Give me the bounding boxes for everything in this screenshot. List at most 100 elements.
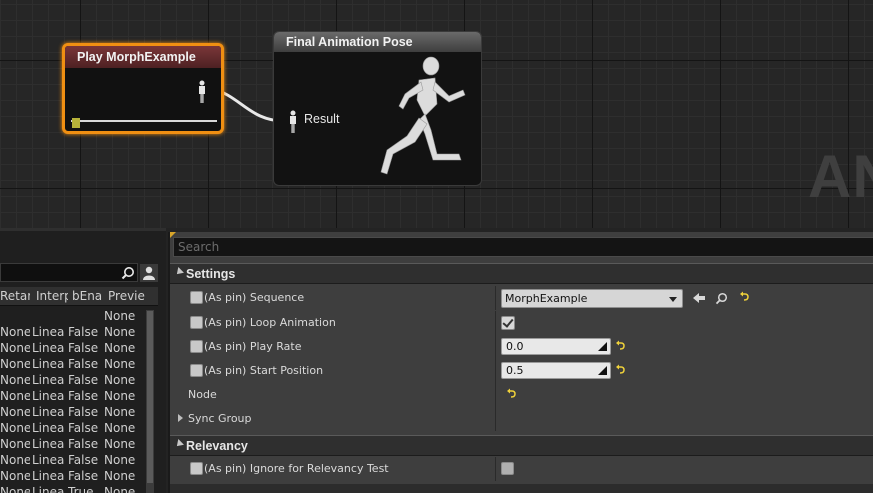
property-label: (As pin) Ignore for Relevancy Test: [204, 462, 389, 475]
list-cell: None: [0, 357, 30, 371]
list-row[interactable]: None: [0, 308, 145, 324]
list-search-input[interactable]: [0, 263, 138, 282]
list-cell: None: [0, 421, 30, 435]
drag-grip-icon[interactable]: [598, 366, 607, 375]
search-icon[interactable]: [121, 266, 135, 283]
category-label: Relevancy: [186, 439, 248, 453]
list-cell: None: [104, 389, 136, 403]
list-cell: None: [104, 405, 136, 419]
pin-checkbox[interactable]: [190, 291, 203, 304]
column-divider: [495, 359, 496, 383]
list-row[interactable]: None Linea False None: [0, 468, 145, 484]
list-row[interactable]: None Linea False None: [0, 452, 145, 468]
property-row-ignore-relevancy: (As pin) Ignore for Relevancy Test: [170, 457, 873, 481]
property-row-sequence: (As pin) Sequence MorphExample: [170, 286, 873, 310]
list-cell: Linea: [32, 373, 65, 387]
reset-arrow-icon[interactable]: [507, 388, 516, 401]
column-header[interactable]: Previe: [108, 289, 156, 303]
list-cell: False: [68, 341, 99, 355]
list-cell: False: [68, 421, 99, 435]
list-row[interactable]: None Linea False None: [0, 340, 145, 356]
list-cell: None: [104, 309, 136, 323]
reset-arrow-icon[interactable]: [616, 340, 625, 353]
property-row-sync-group[interactable]: Sync Group: [170, 407, 873, 431]
list-cell: Linea: [32, 325, 65, 339]
reset-arrow-icon[interactable]: [740, 291, 749, 304]
sequence-asset-combo[interactable]: MorphExample: [501, 289, 683, 308]
list-cell: False: [68, 373, 99, 387]
list-cell: None: [0, 453, 30, 467]
list-row[interactable]: None Linea False None: [0, 420, 145, 436]
list-cell: None: [104, 485, 136, 493]
play-sequence-node[interactable]: Play MorphExample: [62, 43, 224, 134]
property-label: (As pin) Loop Animation: [204, 316, 336, 329]
collapse-arrow-icon[interactable]: [174, 439, 184, 449]
list-row[interactable]: None Linea False None: [0, 436, 145, 452]
drag-grip-icon[interactable]: [598, 342, 607, 351]
anim-graph-canvas[interactable]: AN Play MorphExample Final Animation Pos…: [0, 0, 873, 228]
ignore-relevancy-checkbox[interactable]: [501, 462, 514, 475]
column-divider: [495, 335, 496, 359]
list-cell: None: [0, 405, 30, 419]
list-cell: Linea: [32, 469, 65, 483]
column-header[interactable]: bEna: [72, 289, 102, 303]
playback-scrub-bar[interactable]: [71, 120, 217, 122]
property-label: (As pin) Play Rate: [204, 340, 302, 353]
loop-animation-checkbox[interactable]: [501, 316, 515, 330]
list-row[interactable]: None Linea False None: [0, 388, 145, 404]
list-cell: False: [68, 405, 99, 419]
pin-checkbox[interactable]: [190, 462, 203, 475]
list-row[interactable]: None Linea True None: [0, 484, 145, 493]
property-label: (As pin) Sequence: [204, 291, 305, 304]
list-cell: False: [68, 469, 99, 483]
column-divider: [495, 457, 496, 481]
category-label: Settings: [186, 267, 236, 281]
details-panel: Search Settings (As pin) Sequence MorphE…: [168, 232, 873, 493]
list-row[interactable]: None Linea False None: [0, 324, 145, 340]
start-position-input[interactable]: 0.5: [501, 362, 611, 379]
list-cell: None: [0, 437, 30, 451]
result-pin-label: Result: [304, 112, 340, 126]
left-arrow-icon[interactable]: [692, 292, 706, 307]
user-filter-icon[interactable]: [140, 264, 158, 282]
pose-output-pin-icon[interactable]: [196, 80, 208, 107]
list-cell: None: [104, 421, 136, 435]
list-row[interactable]: None Linea False None: [0, 356, 145, 372]
pose-input-pin-icon[interactable]: [287, 110, 299, 137]
list-row[interactable]: None Linea False None: [0, 404, 145, 420]
details-search-input[interactable]: Search: [173, 237, 873, 257]
column-header[interactable]: Interp: [36, 289, 68, 303]
pin-checkbox[interactable]: [190, 316, 203, 329]
final-animation-pose-node[interactable]: Final Animation Pose Result: [273, 31, 482, 186]
list-cell: None: [104, 453, 136, 467]
running-mannequin-icon: [369, 54, 479, 185]
list-cell: None: [104, 357, 136, 371]
list-cell: Linea: [32, 437, 65, 451]
magnifier-icon[interactable]: [715, 292, 728, 308]
list-cell: Linea: [32, 389, 65, 403]
list-cell: None: [0, 485, 30, 493]
list-rows: None None Linea False None None Linea False None…: [0, 308, 145, 493]
list-cell: Linea: [32, 453, 65, 467]
reset-arrow-icon[interactable]: [616, 364, 625, 377]
column-header[interactable]: Retar: [0, 289, 30, 303]
play-rate-input[interactable]: 0.0: [501, 338, 611, 355]
collapse-arrow-icon[interactable]: [174, 267, 184, 277]
list-cell: None: [0, 469, 30, 483]
list-header: Retar Interp bEna Previe: [0, 287, 158, 306]
settings-category[interactable]: Settings: [170, 263, 873, 284]
pin-checkbox[interactable]: [190, 340, 203, 353]
relevancy-category[interactable]: Relevancy: [170, 435, 873, 456]
property-row-start-position: (As pin) Start Position 0.5: [170, 359, 873, 383]
pin-checkbox[interactable]: [190, 364, 203, 377]
property-label: Sync Group: [188, 412, 252, 425]
list-cell: Linea: [32, 421, 65, 435]
list-scrollbar-thumb[interactable]: [147, 311, 153, 483]
list-cell: None: [104, 341, 136, 355]
list-row[interactable]: None Linea False None: [0, 372, 145, 388]
expand-arrow-icon[interactable]: [178, 414, 183, 422]
scrub-handle[interactable]: [72, 118, 80, 128]
field-value: 0.5: [506, 364, 524, 377]
property-label: Node: [188, 388, 217, 401]
column-divider: [495, 311, 496, 335]
